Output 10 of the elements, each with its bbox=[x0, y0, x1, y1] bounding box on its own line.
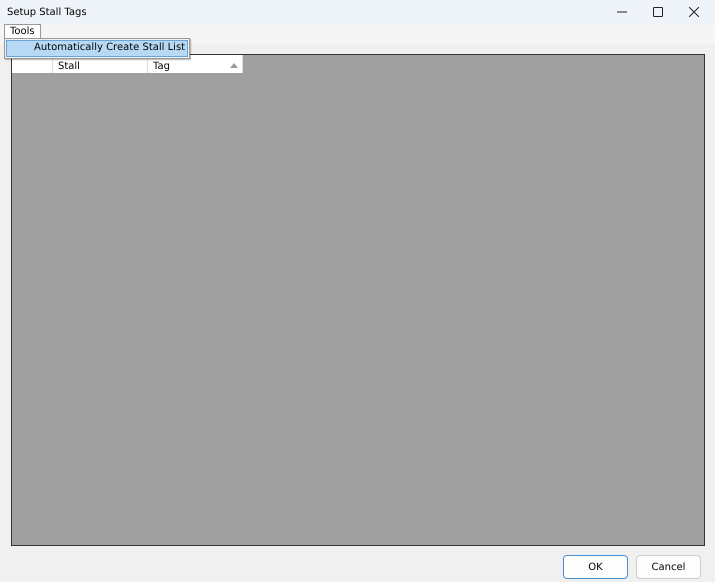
cancel-button[interactable]: Cancel bbox=[636, 555, 701, 579]
column-label: Stall bbox=[58, 61, 80, 72]
menu-item[interactable]: Automatically Create Stall List bbox=[6, 40, 188, 57]
column-header[interactable]: Tag bbox=[148, 55, 243, 73]
window-title: Setup Stall Tags bbox=[7, 6, 87, 18]
close-icon[interactable] bbox=[689, 7, 699, 17]
maximize-icon[interactable] bbox=[653, 7, 663, 17]
tools-menu[interactable]: Tools bbox=[4, 24, 41, 39]
ok-button[interactable]: OK bbox=[563, 555, 628, 579]
column-label: Tag bbox=[153, 61, 170, 72]
